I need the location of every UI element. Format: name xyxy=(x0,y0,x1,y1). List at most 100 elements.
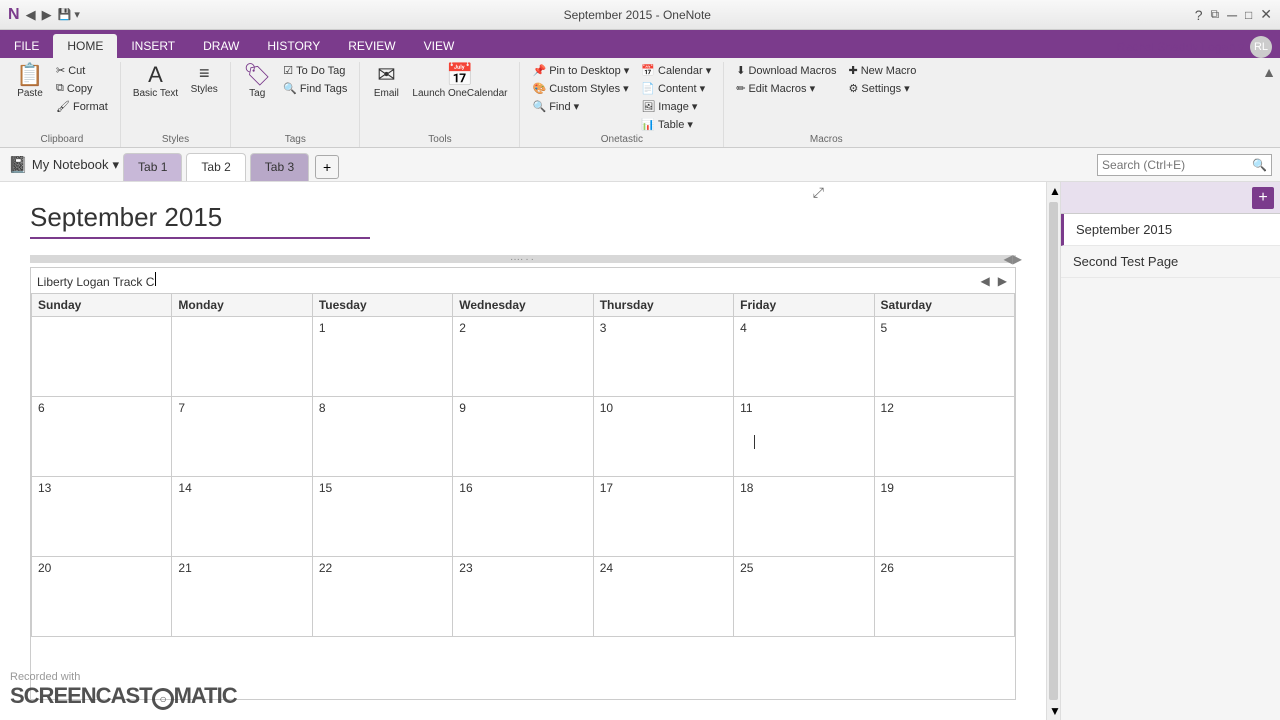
to-do-tag-button[interactable]: ☑To Do Tag xyxy=(279,62,351,79)
edit-macros-button[interactable]: ✏Edit Macros ▾ xyxy=(732,80,840,97)
user-dropdown-icon[interactable]: ▾ xyxy=(1238,40,1244,54)
nav-forward-btn[interactable]: ▶ xyxy=(42,7,52,23)
calendar-cell[interactable] xyxy=(32,317,172,397)
launch-onecalendar-button[interactable]: 📅 Launch OneCalendar xyxy=(408,62,511,101)
download-macros-button[interactable]: ⬇Download Macros xyxy=(732,62,840,79)
custom-styles-button[interactable]: 🎨Custom Styles ▾ xyxy=(528,80,633,97)
pin-to-desktop-button[interactable]: 📌Pin to Desktop ▾ xyxy=(528,62,633,79)
calendar-cell[interactable]: 19 xyxy=(874,477,1014,557)
calendar-cell[interactable]: 15 xyxy=(312,477,452,557)
calendar-cell[interactable] xyxy=(172,317,312,397)
new-macro-button[interactable]: ✚New Macro xyxy=(845,62,921,79)
table-button[interactable]: 📊Table ▾ xyxy=(637,116,715,133)
collapse-ribbon-btn[interactable]: ▲ xyxy=(1262,64,1276,80)
header-monday: Monday xyxy=(172,294,312,317)
find-button[interactable]: 🔍Find ▾ xyxy=(528,98,633,115)
email-button[interactable]: ✉ Email xyxy=(368,62,404,101)
calendar-container: Liberty Logan Track C ◀ ▶ Sunday Monday … xyxy=(30,267,1016,700)
page-tab-2[interactable]: Tab 2 xyxy=(186,153,245,181)
tab-history[interactable]: HISTORY xyxy=(253,34,334,58)
calendar-prev-btn[interactable]: ◀ xyxy=(979,274,992,288)
calendar-cell[interactable]: 12 xyxy=(874,397,1014,477)
tab-home[interactable]: HOME xyxy=(53,34,117,58)
calendar-cell[interactable]: 13 xyxy=(32,477,172,557)
tab-draw[interactable]: DRAW xyxy=(189,34,253,58)
day-number: 22 xyxy=(319,561,332,575)
calendar-cell[interactable]: 25 xyxy=(734,557,874,637)
calendar-cell[interactable]: 14 xyxy=(172,477,312,557)
quick-access[interactable]: 💾 ▾ xyxy=(58,8,80,21)
day-number: 9 xyxy=(459,401,466,415)
expand-content-btn[interactable]: ⤢ xyxy=(813,184,824,201)
tag-button[interactable]: 🏷 Tag xyxy=(239,62,275,101)
calendar-cell[interactable]: 3 xyxy=(593,317,733,397)
ribbon-group-macros: ⬇Download Macros ✏Edit Macros ▾ ✚New Mac… xyxy=(724,62,928,147)
onetastic-calendar-button[interactable]: 📅Calendar ▾ xyxy=(637,62,715,79)
paste-button[interactable]: 📋 Paste xyxy=(12,62,48,101)
calendar-next-btn[interactable]: ▶ xyxy=(996,274,1009,288)
calendar-cell[interactable]: 24 xyxy=(593,557,733,637)
page-tab-1[interactable]: Tab 1 xyxy=(123,153,182,181)
maximize-btn[interactable]: □ xyxy=(1245,8,1252,22)
find-tags-button[interactable]: 🔍Find Tags xyxy=(279,80,351,97)
calendar-cell[interactable]: 4 xyxy=(734,317,874,397)
calendar-cell[interactable]: 2 xyxy=(453,317,593,397)
sidebar-page-second-test[interactable]: Second Test Page xyxy=(1061,246,1280,278)
calendar-cell[interactable]: 7 xyxy=(172,397,312,477)
image-button[interactable]: 🖼Image ▾ xyxy=(637,98,715,115)
calendar-cell[interactable]: 5 xyxy=(874,317,1014,397)
scroll-thumb[interactable] xyxy=(1049,202,1058,700)
day-number: 26 xyxy=(881,561,894,575)
add-page-button[interactable]: + xyxy=(1252,187,1274,209)
user-name[interactable]: Rachel Shaddy Logan xyxy=(1117,40,1235,54)
content-button[interactable]: 📄Content ▾ xyxy=(637,80,715,97)
calendar-cell[interactable]: 18 xyxy=(734,477,874,557)
basic-text-button[interactable]: A Basic Text xyxy=(129,62,182,101)
calendar-cell[interactable]: 21 xyxy=(172,557,312,637)
calendar-cell[interactable]: 23 xyxy=(453,557,593,637)
close-btn[interactable]: ✕ xyxy=(1260,6,1272,23)
calendar-cell[interactable]: 22 xyxy=(312,557,452,637)
calendar-cell[interactable]: 16 xyxy=(453,477,593,557)
calendar-cell[interactable]: 10 xyxy=(593,397,733,477)
tab-insert[interactable]: INSERT xyxy=(117,34,189,58)
scroll-down-btn[interactable]: ▼ xyxy=(1047,702,1060,720)
calendar-cell[interactable]: 1 xyxy=(312,317,452,397)
calendar-resize-bar[interactable]: ··· xyxy=(30,255,1016,263)
tab-view[interactable]: VIEW xyxy=(410,34,469,58)
search-icon[interactable]: 🔍 xyxy=(1252,158,1267,172)
cut-button[interactable]: ✂Cut xyxy=(52,62,112,79)
calendar-cell[interactable]: 26 xyxy=(874,557,1014,637)
notebook-name[interactable]: My Notebook ▾ xyxy=(32,157,119,173)
day-number: 18 xyxy=(740,481,753,495)
restore-down-btn[interactable]: ⧉ xyxy=(1211,7,1220,22)
search-input[interactable] xyxy=(1102,158,1252,172)
format-painter-button[interactable]: 🖌Format xyxy=(52,98,112,115)
add-page-tab-button[interactable]: + xyxy=(315,155,339,179)
nav-back-btn[interactable]: ◀ xyxy=(26,7,36,23)
sidebar-header: + xyxy=(1061,182,1280,214)
settings-button[interactable]: ⚙Settings ▾ xyxy=(845,80,921,97)
calendar-navigation: ◀ ▶ xyxy=(979,274,1009,288)
styles-label: Styles xyxy=(162,134,189,147)
styles-button[interactable]: ≡ Styles xyxy=(186,62,222,97)
help-btn[interactable]: ? xyxy=(1195,7,1203,23)
minimize-btn[interactable]: ─ xyxy=(1227,7,1237,23)
calendar-cell[interactable]: 6 xyxy=(32,397,172,477)
calendar-cell[interactable]: 9 xyxy=(453,397,593,477)
day-number: 25 xyxy=(740,561,753,575)
tab-file[interactable]: FILE xyxy=(0,34,53,58)
tab-review[interactable]: REVIEW xyxy=(334,34,409,58)
page-tab-3[interactable]: Tab 3 xyxy=(250,153,309,181)
scroll-up-btn[interactable]: ▲ xyxy=(1047,182,1060,200)
day-number: 8 xyxy=(319,401,326,415)
vertical-scrollbar[interactable]: ▲ ▼ xyxy=(1046,182,1060,720)
calendar-cell[interactable]: 11 xyxy=(734,397,874,477)
calendar-cell[interactable]: 17 xyxy=(593,477,733,557)
calendar-cell[interactable]: 20 xyxy=(32,557,172,637)
side-resize-handle[interactable]: ◀▶ xyxy=(1004,252,1022,266)
sidebar-page-september[interactable]: September 2015 xyxy=(1061,214,1280,246)
calendar-cell[interactable]: 8 xyxy=(312,397,452,477)
copy-button[interactable]: ⧉Copy xyxy=(52,80,112,97)
header-sunday: Sunday xyxy=(32,294,172,317)
